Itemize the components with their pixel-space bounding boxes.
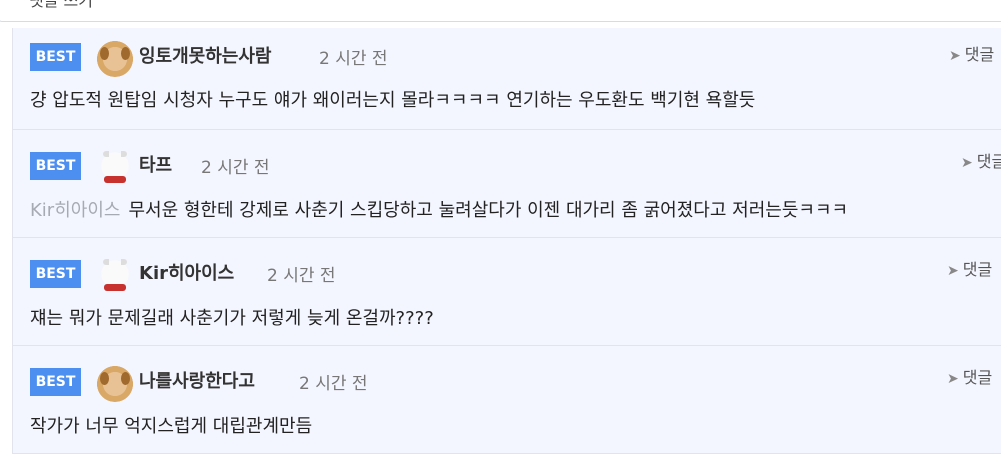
send-icon: ➤	[947, 263, 959, 279]
reply-button[interactable]: ➤ 댓글	[947, 256, 992, 280]
comment-time: 2 시간 전	[267, 266, 336, 286]
send-icon: ➤	[947, 371, 959, 387]
reply-button-label: 댓글	[976, 152, 1001, 171]
polar-bear-avatar	[95, 254, 135, 294]
comment-nickname[interactable]: Kir히아이스	[139, 259, 234, 285]
reply-input[interactable]: 댓글 쓰기	[0, 0, 1001, 22]
best-badge: BEST	[30, 368, 81, 396]
comment-text: 걍 압도적 원탑임 시청자 누구도 얘가 왜이러는지 몰라ㅋㅋㅋㅋ 연기하는 우…	[30, 90, 756, 111]
comment-list: BEST 잉토개못하는사람 2 시간 전 ➤ 댓글 걍 압도적 원탑임 시청자 누…	[12, 28, 1001, 454]
reply-button-label: 댓글	[962, 368, 993, 387]
comment-item: BEST 나를사랑한다고 2 시간 전 ➤ 댓글 작가가 너무 억지스럽게 대립관…	[13, 346, 1001, 454]
send-icon: ➤	[949, 48, 961, 64]
reply-button[interactable]: ➤ 댓글	[961, 148, 1001, 172]
comment-item: BEST 잉토개못하는사람 2 시간 전 ➤ 댓글 걍 압도적 원탑임 시청자 누…	[13, 28, 1001, 130]
comment-text: 작가가 너무 억지스럽게 대립관계만듬	[30, 416, 313, 437]
reply-input-placeholder: 댓글 쓰기	[29, 0, 93, 10]
comment-text: 무서운 형한테 강제로 사춘기 스킵당하고 눌려살다가 이젠 대가리 좀 굵어졌…	[128, 200, 849, 221]
comment-item: BEST 타프 2 시간 전 ➤ 댓글 Kir히아이스 무서운 형한테 강제로 사춘…	[13, 130, 1001, 238]
best-badge: BEST	[30, 152, 81, 180]
reply-button-label: 댓글	[962, 260, 993, 279]
comment-time: 2 시간 전	[319, 49, 388, 69]
best-badge: BEST	[30, 260, 81, 288]
puppy-avatar	[95, 37, 135, 77]
polar-bear-avatar	[95, 146, 135, 186]
puppy-avatar	[95, 362, 135, 402]
reply-button[interactable]: ➤ 댓글	[949, 41, 994, 65]
mention-tag[interactable]: Kir히아이스	[30, 200, 120, 221]
comment-item: BEST Kir히아이스 2 시간 전 ➤ 댓글 쟤는 뭐가 문제길래 사춘기가 …	[13, 238, 1001, 346]
comment-text-line: Kir히아이스 무서운 형한테 강제로 사춘기 스킵당하고 눌려살다가 이젠 대가…	[30, 196, 848, 222]
comment-time: 2 시간 전	[299, 374, 368, 394]
comment-nickname[interactable]: 나를사랑한다고	[139, 367, 255, 393]
comment-text: 쟤는 뭐가 문제길래 사춘기가 저렇게 늦게 온걸까????	[30, 308, 434, 329]
send-icon: ➤	[961, 155, 973, 171]
best-badge: BEST	[30, 43, 81, 71]
reply-button-label: 댓글	[964, 45, 995, 64]
comment-nickname[interactable]: 잉토개못하는사람	[139, 42, 271, 68]
comment-nickname[interactable]: 타프	[139, 151, 172, 177]
reply-button[interactable]: ➤ 댓글	[947, 364, 992, 388]
comment-time: 2 시간 전	[201, 158, 270, 178]
